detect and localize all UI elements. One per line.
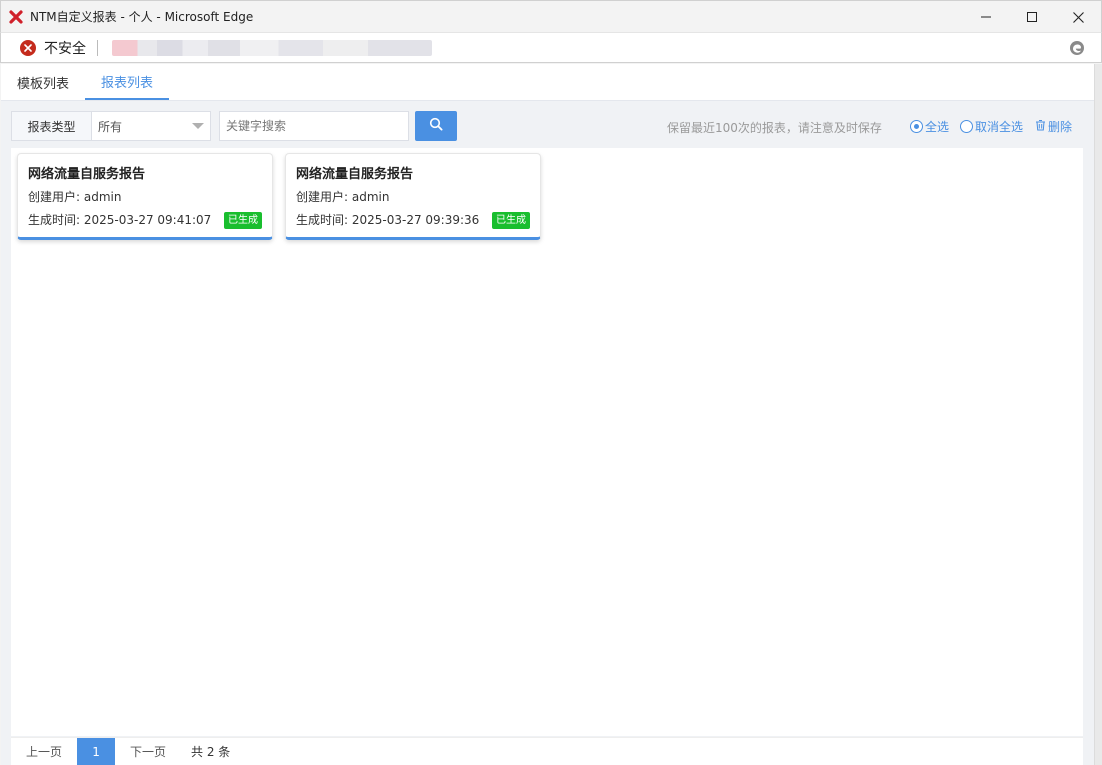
tab-bar: 模板列表 报表列表 [1,64,1094,101]
select-all-label: 全选 [925,120,950,134]
tab-report-list[interactable]: 报表列表 [85,64,170,100]
time-value: 2025-03-27 09:41:07 [83,213,212,227]
vertical-scrollbar[interactable] [1094,64,1102,765]
report-creator: 创建用户: admin [296,186,530,209]
caret-down-icon [192,123,204,129]
select-all-option[interactable]: 全选 [910,118,949,135]
report-card[interactable]: 网络流量自服务报告 创建用户: admin 生成时间: 2025-03-27 0… [17,153,273,240]
deselect-all-label: 取消全选 [975,120,1024,134]
maximize-icon [1027,12,1037,22]
tab-template-list[interactable]: 模板列表 [1,64,85,100]
next-page-button[interactable]: 下一页 [115,738,181,765]
creator-label: 创建用户: [28,190,84,204]
search-button[interactable] [415,111,457,141]
window-title: NTM自定义报表 - 个人 - Microsoft Edge [30,10,254,24]
page-content: 模板列表 报表列表 报表类型 所有 保留最近100次的报表，请注意及时保存 全选… [1,64,1094,765]
trash-icon [1035,119,1046,134]
minimize-icon [981,12,991,22]
status-badge: 已生成 [492,212,530,229]
deselect-all-option[interactable]: 取消全选 [960,118,1023,135]
retention-notice: 保留最近100次的报表，请注意及时保存 [667,121,882,135]
report-type-select[interactable]: 所有 [92,112,210,140]
creator-value: admin [83,190,122,204]
time-value: 2025-03-27 09:39:36 [351,213,480,227]
minimize-button[interactable] [963,1,1009,33]
report-type-label: 报表类型 [12,112,92,140]
prev-page-button[interactable]: 上一页 [11,738,77,765]
report-list: 网络流量自服务报告 创建用户: admin 生成时间: 2025-03-27 0… [11,148,1083,736]
total-count: 共 2 条 [191,745,231,759]
maximize-button[interactable] [1009,1,1055,33]
address-bar: 不安全 [0,32,1102,63]
time-label: 生成时间: [28,213,84,227]
security-label[interactable]: 不安全 [44,38,86,58]
insecure-x-icon[interactable] [20,39,36,56]
app-logo-icon [8,9,24,25]
report-title: 网络流量自服务报告 [296,167,414,182]
window-titlebar: NTM自定义报表 - 个人 - Microsoft Edge [0,0,1102,32]
address-separator [97,39,98,56]
report-creator: 创建用户: admin [28,186,262,209]
keyword-search-input[interactable] [219,111,409,141]
report-toolbar: 报表类型 所有 保留最近100次的报表，请注意及时保存 全选 取消全选 删除 [11,111,1083,141]
time-label: 生成时间: [296,213,352,227]
pagination: 上一页 1 下一页 共 2 条 [11,737,1083,765]
page-number-current[interactable]: 1 [77,737,116,765]
radio-selected-icon [910,120,923,133]
status-badge: 已生成 [224,212,262,229]
report-card[interactable]: 网络流量自服务报告 创建用户: admin 生成时间: 2025-03-27 0… [285,153,541,240]
report-type-filter: 报表类型 所有 [11,111,211,141]
search-icon [429,117,443,135]
radio-empty-icon [960,120,973,133]
creator-value: admin [351,190,390,204]
delete-label: 删除 [1048,120,1073,134]
close-button[interactable] [1055,1,1101,33]
creator-label: 创建用户: [296,190,352,204]
report-type-value: 所有 [98,119,123,134]
url-field[interactable] [112,39,432,56]
delete-button[interactable]: 删除 [1035,118,1072,135]
close-icon [1072,11,1084,23]
report-title: 网络流量自服务报告 [28,167,146,182]
edge-app-icon[interactable] [1069,40,1085,56]
